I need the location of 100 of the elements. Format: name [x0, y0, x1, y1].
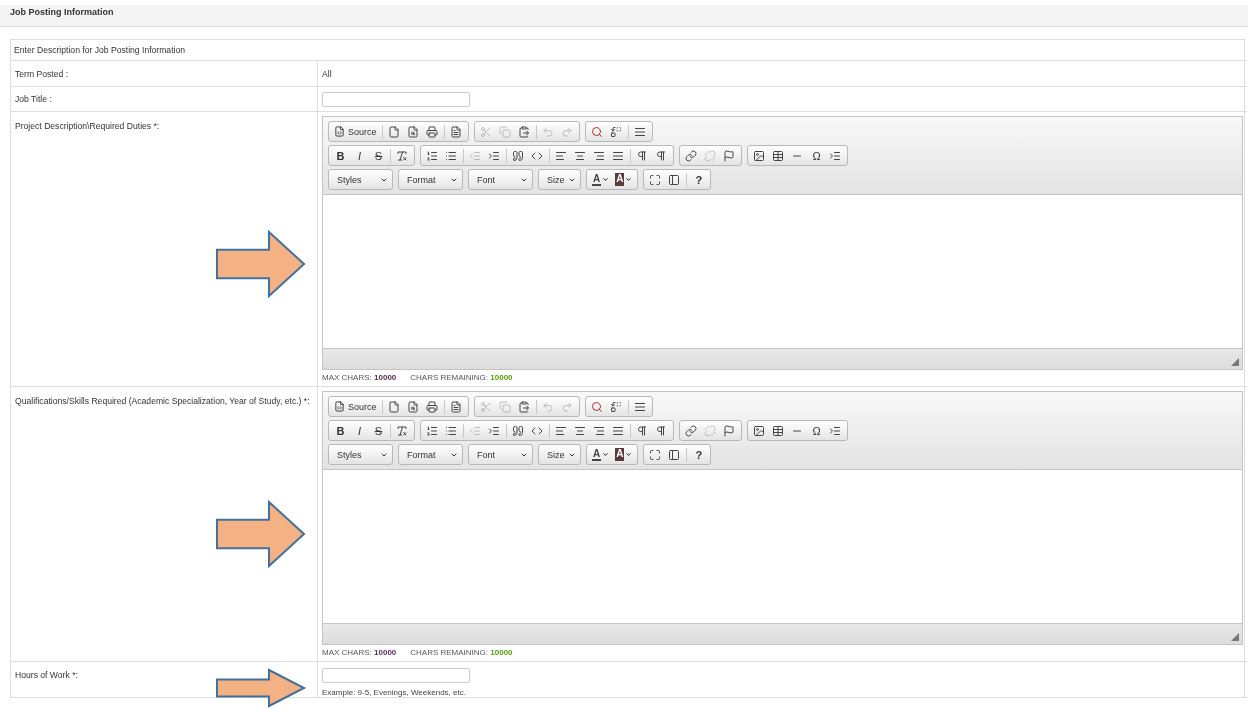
- toolbar-button[interactable]: Ω: [807, 147, 826, 164]
- section-title: Job Posting Information: [10, 7, 114, 17]
- outdent-icon: [469, 149, 481, 162]
- field-label: Project Description\Required Duties *:: [15, 121, 160, 131]
- max-chars-text: MAX CHARS: 10000: [322, 373, 397, 382]
- copy-icon: [498, 400, 511, 413]
- chars-remaining-text: CHARS REMAINING: 10000: [410, 648, 513, 657]
- input-field[interactable]: [322, 91, 470, 107]
- toolbar-button[interactable]: I: [350, 147, 369, 164]
- maximize-icon: [649, 448, 662, 461]
- lines-icon: [633, 400, 646, 413]
- clear-format-icon: [396, 424, 408, 437]
- rich-text-editor[interactable]: Source B I S Ω Styles Format Font Size A A ?: [322, 391, 1243, 645]
- numbered-list-icon: [426, 424, 438, 437]
- align-right-icon: [593, 149, 605, 162]
- color-button[interactable]: A: [612, 446, 636, 463]
- color-button[interactable]: A: [612, 171, 636, 188]
- align-left-icon: [555, 424, 567, 437]
- chars-remaining-text: CHARS REMAINING: 10000: [410, 373, 513, 382]
- field-label: Hours of Work *:: [15, 670, 78, 680]
- unlink-icon: [704, 149, 716, 162]
- redo-icon: [560, 400, 573, 413]
- scissors-icon: [479, 125, 492, 138]
- toolbar-button[interactable]: S: [369, 147, 388, 164]
- caret-icon: [602, 451, 610, 458]
- color-button[interactable]: A: [589, 171, 613, 188]
- numbered-list-icon: [426, 149, 438, 162]
- dropdown[interactable]: Size: [538, 444, 581, 465]
- align-right-icon: [593, 424, 605, 437]
- undo-icon: [541, 125, 554, 138]
- indent-icon: [829, 149, 841, 162]
- code-file-icon: [334, 126, 345, 137]
- indent-icon: [488, 424, 500, 437]
- toolbar-button[interactable]: ?: [689, 446, 709, 463]
- image-icon: [753, 149, 765, 162]
- dropdown[interactable]: Format: [398, 444, 463, 465]
- caret-icon: [625, 176, 633, 183]
- copy-icon: [498, 125, 511, 138]
- pilcrow-icon: [655, 424, 667, 437]
- maximize-icon: [649, 173, 662, 186]
- dropdown[interactable]: Styles: [328, 169, 393, 190]
- quote-icon: [512, 149, 524, 162]
- source-button[interactable]: Source: [331, 123, 380, 140]
- clipboard-icon: [517, 125, 530, 138]
- align-center-icon: [574, 424, 586, 437]
- resize-handle-icon[interactable]: [1231, 633, 1239, 641]
- pilcrow-icon: [636, 149, 648, 162]
- align-left-icon: [555, 149, 567, 162]
- undo-icon: [541, 400, 554, 413]
- bullet-list-icon: [445, 149, 457, 162]
- dropdown[interactable]: Font: [468, 444, 533, 465]
- caret-icon: [602, 176, 610, 183]
- caret-icon: [625, 451, 633, 458]
- toolbar-button[interactable]: S: [369, 422, 388, 439]
- align-justify-icon: [612, 149, 624, 162]
- rich-text-editor[interactable]: Source B I S Ω Styles Format Font Size A A ?: [322, 116, 1243, 370]
- field-label: Job Title :: [15, 94, 52, 104]
- align-justify-icon: [612, 424, 624, 437]
- field-label: Term Posted :: [15, 68, 68, 79]
- replace-icon: [609, 125, 622, 138]
- pilcrow-icon: [655, 149, 667, 162]
- dropdown[interactable]: Size: [538, 169, 581, 190]
- field-value: All: [322, 68, 332, 79]
- toolbar-button[interactable]: B: [331, 422, 350, 439]
- flag-icon: [723, 149, 735, 162]
- search-icon: [590, 125, 603, 138]
- panel-icon: [668, 448, 681, 461]
- resize-handle-icon[interactable]: [1231, 358, 1239, 366]
- toolbar-button[interactable]: Ω: [807, 422, 826, 439]
- preview-icon: [406, 125, 419, 138]
- dropdown[interactable]: Styles: [328, 444, 393, 465]
- replace-icon: [609, 400, 622, 413]
- dropdown[interactable]: Font: [468, 169, 533, 190]
- clear-format-icon: [396, 149, 408, 162]
- table-icon: [772, 149, 784, 162]
- printer-icon: [425, 400, 438, 413]
- outdent-icon: [469, 424, 481, 437]
- color-button[interactable]: A: [589, 446, 613, 463]
- unlink-icon: [704, 424, 716, 437]
- lines-icon: [633, 125, 646, 138]
- align-center-icon: [574, 149, 586, 162]
- indent-icon: [829, 424, 841, 437]
- toolbar-button[interactable]: I: [350, 422, 369, 439]
- redo-icon: [560, 125, 573, 138]
- link-icon: [685, 424, 697, 437]
- dropdown[interactable]: Format: [398, 169, 463, 190]
- preview-icon: [406, 400, 419, 413]
- image-icon: [753, 424, 765, 437]
- toolbar-button[interactable]: B: [331, 147, 350, 164]
- pilcrow-icon: [636, 424, 648, 437]
- max-chars-text: MAX CHARS: 10000: [322, 648, 397, 657]
- code-file-icon: [334, 401, 345, 412]
- flag-icon: [723, 424, 735, 437]
- toolbar-button[interactable]: ?: [689, 171, 709, 188]
- input-field[interactable]: [322, 668, 470, 683]
- indent-icon: [488, 149, 500, 162]
- link-icon: [685, 149, 697, 162]
- scissors-icon: [479, 400, 492, 413]
- source-button[interactable]: Source: [331, 398, 380, 415]
- hint-text: Example: 9-5, Evenings, Weekends, etc.: [322, 688, 466, 697]
